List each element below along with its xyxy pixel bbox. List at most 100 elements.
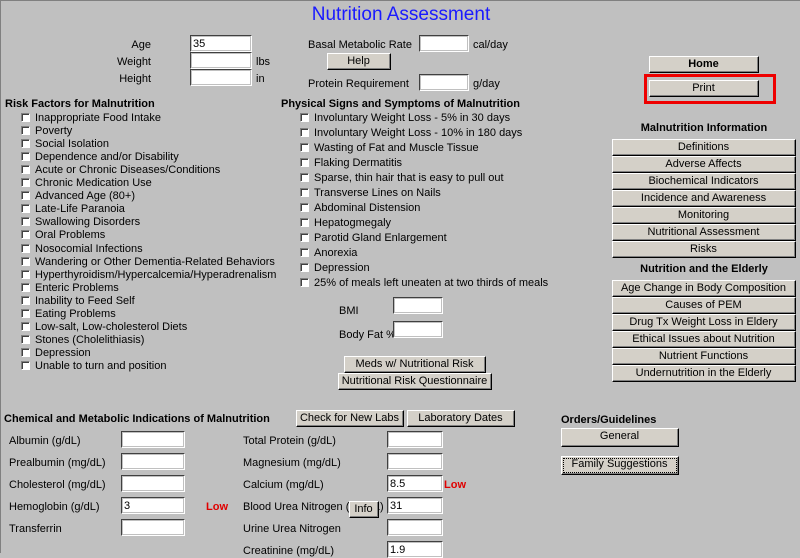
lab-right-input[interactable] [387,519,443,536]
checkbox-icon[interactable] [300,158,309,167]
malnutrition-info-button[interactable]: Monitoring [612,207,796,224]
nutrition-elderly-button[interactable]: Undernutrition in the Elderly [612,365,796,382]
lab-left-input[interactable] [121,431,185,448]
physical-sign-row[interactable]: Involuntary Weight Loss - 5% in 30 days [300,112,510,125]
height-input[interactable] [190,69,252,86]
lab-left-input[interactable] [121,453,185,470]
checkbox-icon[interactable] [300,203,309,212]
lab-left-input[interactable] [121,497,185,514]
lab-left-input[interactable] [121,519,185,536]
checkbox-icon[interactable] [300,218,309,227]
malnutrition-info-button[interactable]: Biochemical Indicators [612,173,796,190]
checkbox-icon[interactable] [300,263,309,272]
risk-factor-row[interactable]: Unable to turn and position [21,360,166,373]
lab-right-input[interactable] [387,453,443,470]
physical-sign-row[interactable]: Anorexia [300,247,357,260]
risk-factor-row[interactable]: Social Isolation [21,138,109,151]
protein-requirement-input[interactable] [419,74,469,91]
risk-factor-row[interactable]: Late-Life Paranoia [21,203,125,216]
risk-factor-row[interactable]: Hyperthyroidism/Hypercalcemia/Hyperadren… [21,269,276,282]
physical-sign-row[interactable]: 25% of meals left uneaten at two thirds … [300,277,548,290]
risk-factor-row[interactable]: Low-salt, Low-cholesterol Diets [21,321,187,334]
physical-sign-row[interactable]: Abdominal Distension [300,202,420,215]
nutrition-elderly-button[interactable]: Causes of PEM [612,297,796,314]
checkbox-icon[interactable] [21,347,30,357]
checkbox-icon[interactable] [21,243,30,253]
lab-right-input[interactable] [387,541,443,558]
risk-factor-row[interactable]: Poverty [21,125,72,138]
risk-factor-row[interactable]: Inability to Feed Self [21,295,135,308]
nutritional-risk-questionnaire-button[interactable]: Nutritional Risk Questionnaire [338,373,492,390]
physical-sign-row[interactable]: Wasting of Fat and Muscle Tissue [300,142,479,155]
checkbox-icon[interactable] [21,152,30,162]
checkbox-icon[interactable] [300,143,309,152]
checkbox-icon[interactable] [300,248,309,257]
family-suggestions-button[interactable]: Family Suggestions [561,456,679,475]
risk-factor-row[interactable]: Stones (Cholelithiasis) [21,334,144,347]
checkbox-icon[interactable] [21,269,30,279]
malnutrition-info-button[interactable]: Risks [612,241,796,258]
checkbox-icon[interactable] [300,113,309,122]
checkbox-icon[interactable] [300,188,309,197]
physical-sign-row[interactable]: Hepatogmegaly [300,217,391,230]
checkbox-icon[interactable] [21,217,30,227]
nutrition-elderly-button[interactable]: Ethical Issues about Nutrition [612,331,796,348]
risk-factor-row[interactable]: Dependence and/or Disability [21,151,179,164]
checkbox-icon[interactable] [21,295,30,305]
urine-urea-info-button[interactable]: Info [349,501,379,518]
print-button[interactable]: Print [649,80,759,97]
checkbox-icon[interactable] [300,173,309,182]
physical-sign-row[interactable]: Sparse, thin hair that is easy to pull o… [300,172,504,185]
bmr-input[interactable] [419,35,469,52]
lab-right-input[interactable] [387,475,443,492]
malnutrition-info-button[interactable]: Definitions [612,139,796,156]
lab-right-input[interactable] [387,431,443,448]
risk-factor-row[interactable]: Chronic Medication Use [21,177,152,190]
help-button[interactable]: Help [327,53,391,70]
checkbox-icon[interactable] [21,191,30,201]
checkbox-icon[interactable] [21,204,30,214]
checkbox-icon[interactable] [21,360,30,370]
checkbox-icon[interactable] [300,278,309,287]
laboratory-dates-button[interactable]: Laboratory Dates [407,410,515,427]
malnutrition-info-button[interactable]: Nutritional Assessment [612,224,796,241]
check-new-labs-button[interactable]: Check for New Labs [296,410,404,427]
checkbox-icon[interactable] [21,256,30,266]
checkbox-icon[interactable] [21,334,30,344]
checkbox-icon[interactable] [21,178,30,188]
age-input[interactable] [190,35,252,52]
physical-sign-row[interactable]: Involuntary Weight Loss - 10% in 180 day… [300,127,522,140]
risk-factor-row[interactable]: Enteric Problems [21,282,119,295]
risk-factor-row[interactable]: Inappropriate Food Intake [21,112,161,125]
weight-input[interactable] [190,52,252,69]
checkbox-icon[interactable] [21,308,30,318]
checkbox-icon[interactable] [300,128,309,137]
general-orders-button[interactable]: General [561,428,679,447]
physical-sign-row[interactable]: Depression [300,262,370,275]
nutrition-elderly-button[interactable]: Drug Tx Weight Loss in Eldery [612,314,796,331]
checkbox-icon[interactable] [21,321,30,331]
risk-factor-row[interactable]: Swallowing Disorders [21,216,140,229]
checkbox-icon[interactable] [21,165,30,175]
risk-factor-row[interactable]: Advanced Age (80+) [21,190,135,203]
nutrition-elderly-button[interactable]: Age Change in Body Composition [612,280,796,297]
malnutrition-info-button[interactable]: Incidence and Awareness [612,190,796,207]
checkbox-icon[interactable] [21,230,30,240]
checkbox-icon[interactable] [21,113,30,122]
checkbox-icon[interactable] [21,126,30,136]
lab-left-input[interactable] [121,475,185,492]
checkbox-icon[interactable] [21,139,30,149]
home-button[interactable]: Home [649,56,759,73]
checkbox-icon[interactable] [300,233,309,242]
nutrition-elderly-button[interactable]: Nutrient Functions [612,348,796,365]
malnutrition-info-button[interactable]: Adverse Affects [612,156,796,173]
physical-sign-row[interactable]: Parotid Gland Enlargement [300,232,447,245]
risk-factor-row[interactable]: Nosocomial Infections [21,243,143,256]
risk-factor-row[interactable]: Depression [21,347,91,360]
risk-factor-row[interactable]: Oral Problems [21,229,105,242]
physical-sign-row[interactable]: Transverse Lines on Nails [300,187,441,200]
meds-nutritional-risk-button[interactable]: Meds w/ Nutritional Risk [344,356,486,373]
physical-sign-row[interactable]: Flaking Dermatitis [300,157,402,170]
body-fat-input[interactable] [393,321,443,338]
risk-factor-row[interactable]: Wandering or Other Dementia-Related Beha… [21,256,275,269]
